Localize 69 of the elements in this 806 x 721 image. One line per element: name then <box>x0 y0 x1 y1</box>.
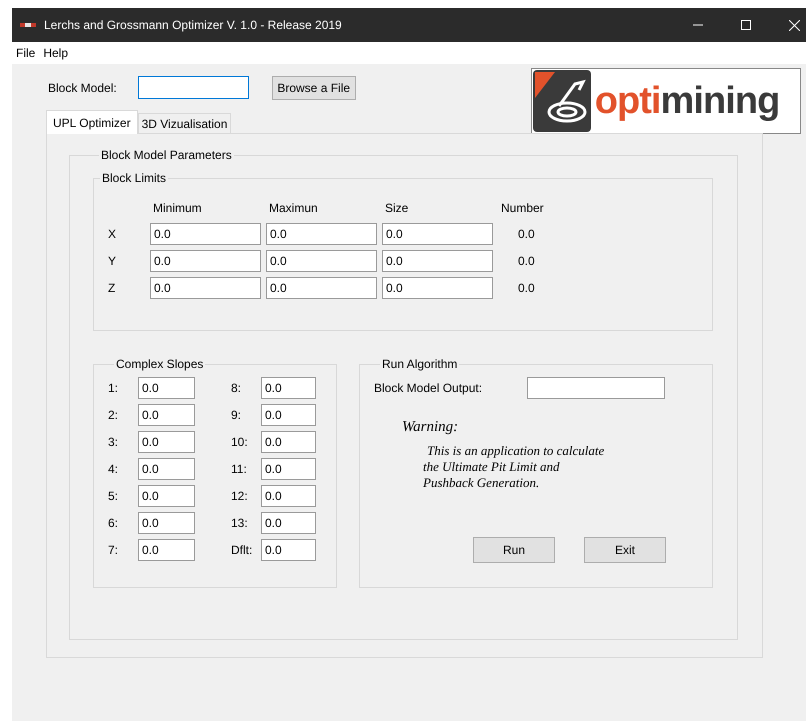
input-field[interactable]: 0.0 <box>138 431 195 453</box>
browse-button[interactable]: Browse a File <box>272 76 356 100</box>
column-header: Number <box>501 200 544 217</box>
input-field[interactable]: 0.0 <box>266 250 377 272</box>
slope-label: 1: <box>108 380 120 397</box>
slope-label: 6: <box>108 515 120 532</box>
input-field[interactable]: 0.0 <box>266 223 377 245</box>
input-field[interactable]: 0.0 <box>138 458 195 480</box>
input-field[interactable]: 0.0 <box>138 512 195 534</box>
warning-text: This is an application to calculate the Ultimate Pit Limit and Pushback Generation. <box>423 442 606 490</box>
action-button[interactable]: Run <box>473 536 555 562</box>
column-header: Size <box>385 200 410 217</box>
column-header: Minimum <box>153 200 203 217</box>
slope-label: 12: <box>231 488 249 505</box>
input-field[interactable]: 0.0 <box>150 223 261 245</box>
slope-label: 4: <box>108 461 120 478</box>
input-field[interactable]: 0.0 <box>150 250 261 272</box>
slope-label: 11: <box>231 461 248 478</box>
number-value: 0.0 <box>518 226 535 243</box>
input-field[interactable]: 0.0 <box>261 512 316 534</box>
slope-label: 2: <box>108 407 120 424</box>
block-model-field[interactable] <box>138 76 249 99</box>
input-field[interactable]: 0.0 <box>138 539 195 561</box>
axis-label: Z <box>108 280 116 297</box>
slope-label: 10: <box>231 434 249 451</box>
close-icon[interactable] <box>789 20 800 30</box>
slope-label: 5: <box>108 488 120 505</box>
slope-label: 3: <box>108 434 120 451</box>
number-value: 0.0 <box>518 280 535 297</box>
menu-item[interactable]: File <box>12 44 40 62</box>
slope-label: 13: <box>231 515 249 532</box>
tab[interactable]: 3D Vizualisation <box>138 113 232 134</box>
input-field[interactable] <box>527 377 665 399</box>
slope-label: 9: <box>231 407 242 424</box>
warning-title: Warning: <box>402 418 460 437</box>
maximize-icon[interactable] <box>741 20 751 30</box>
input-field[interactable]: 0.0 <box>150 277 261 299</box>
input-field[interactable]: 0.0 <box>138 404 195 426</box>
logo-text: optimining <box>594 82 780 120</box>
tab[interactable]: UPL Optimizer <box>46 110 138 134</box>
window-title: Lerchs and Grossmann Optimizer V. 1.0 - Release 2019 <box>44 17 342 34</box>
input-field[interactable]: 0.0 <box>261 377 316 399</box>
action-button[interactable]: Exit <box>584 536 666 562</box>
input-field[interactable]: 0.0 <box>261 539 316 561</box>
menu-item[interactable]: Help <box>39 44 72 62</box>
input-field[interactable]: 0.0 <box>261 485 316 507</box>
slope-label: Dflt: <box>231 542 254 559</box>
input-field[interactable]: 0.0 <box>382 250 493 272</box>
axis-label: Y <box>108 253 118 270</box>
number-value: 0.0 <box>518 253 535 270</box>
group-title: Block Model Parameters <box>100 147 233 164</box>
field-label: Block Model Output: <box>374 380 484 397</box>
axis-label: X <box>108 226 118 243</box>
app-icon <box>20 21 36 29</box>
group-title: Complex Slopes <box>115 356 204 373</box>
input-field[interactable]: 0.0 <box>261 404 316 426</box>
input-field[interactable]: 0.0 <box>266 277 377 299</box>
group-title: Run Algorithm <box>381 356 458 373</box>
slope-label: 8: <box>231 380 242 397</box>
input-field[interactable]: 0.0 <box>261 458 316 480</box>
field-label: Block Model: <box>48 80 117 97</box>
input-field[interactable]: 0.0 <box>138 485 195 507</box>
column-header: Maximun <box>269 200 319 217</box>
group-title: Block Limits <box>101 170 168 187</box>
slope-label: 7: <box>108 542 120 559</box>
input-field[interactable]: 0.0 <box>382 223 493 245</box>
input-field[interactable]: 0.0 <box>261 431 316 453</box>
input-field[interactable]: 0.0 <box>138 377 195 399</box>
input-field[interactable]: 0.0 <box>382 277 493 299</box>
